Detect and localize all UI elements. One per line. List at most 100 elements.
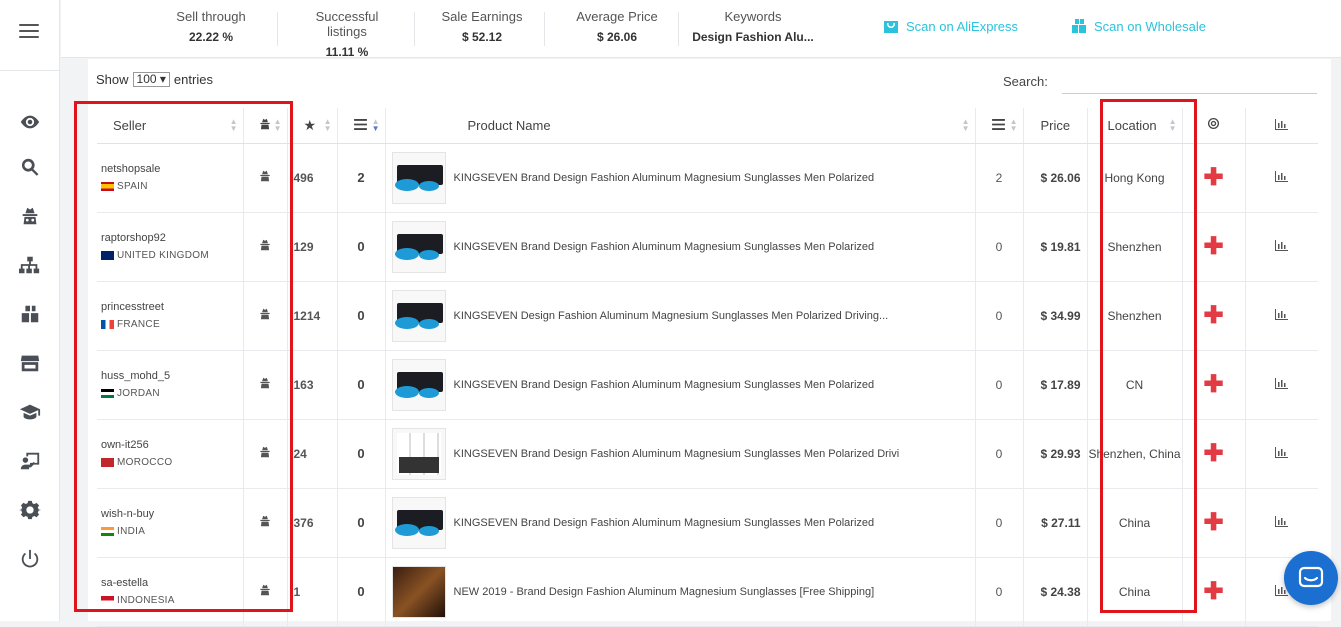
price-cell: $ 26.06	[1023, 143, 1088, 213]
product-name[interactable]: KINGSEVEN Brand Design Fashion Aluminum …	[446, 517, 875, 529]
sort-icon: ▲ ▼	[1009, 117, 1018, 133]
price-cell: $ 34.99	[1023, 281, 1088, 351]
seller-name[interactable]: netshopsale	[97, 163, 243, 175]
rating-cell: 1214	[287, 281, 338, 351]
product-name[interactable]: KINGSEVEN Brand Design Fashion Aluminum …	[446, 448, 900, 460]
seller-name[interactable]: wish-n-buy	[97, 508, 243, 520]
spy-cell[interactable]	[243, 350, 288, 420]
rating-cell: 129	[287, 212, 338, 282]
seller-name[interactable]: princesstreet	[97, 301, 243, 313]
column-header-spy[interactable]: ▲ ▼	[243, 108, 288, 144]
table-row[interactable]: sa-estella INDONESIA 1 0 NEW 2019 - Bran…	[97, 557, 1318, 627]
seller-name[interactable]: huss_mohd_5	[97, 370, 243, 382]
sold-cell: 0	[337, 212, 386, 282]
country-name: SPAIN	[117, 181, 148, 192]
chart-button[interactable]	[1245, 212, 1318, 282]
entries-select[interactable]: 100 ▾	[132, 72, 170, 87]
column-header-location[interactable]: Location ▲ ▼	[1087, 108, 1183, 144]
add-product-button[interactable]: ✚	[1182, 488, 1246, 558]
scan-wholesale-link[interactable]: Scan on Wholesale	[1071, 18, 1206, 34]
table-row[interactable]: huss_mohd_5 JORDAN 163 0 KINGSEVEN Brand…	[97, 350, 1318, 420]
product-name[interactable]: KINGSEVEN Brand Design Fashion Aluminum …	[446, 379, 875, 391]
seller-country: UNITED KINGDOM	[97, 250, 243, 261]
boxes-icon[interactable]	[18, 302, 42, 326]
gear-icon[interactable]	[18, 498, 42, 522]
spy-cell[interactable]	[243, 557, 288, 627]
chart-button[interactable]	[1245, 419, 1318, 489]
table-row[interactable]: own-it256 MOROCCO 24 0 KINGSEVEN Brand D…	[97, 419, 1318, 489]
product-thumbnail[interactable]	[391, 151, 446, 204]
column-header-product[interactable]: Product Name ▲ ▼	[385, 108, 976, 144]
search-input[interactable]	[1062, 68, 1317, 94]
location-cell: Shenzhen	[1087, 281, 1183, 351]
chart-button[interactable]	[1245, 281, 1318, 351]
chat-button[interactable]	[1284, 551, 1338, 605]
product-thumbnail[interactable]	[391, 565, 446, 618]
plus-icon: ✚	[1203, 371, 1224, 398]
stat-keywords: Keywords Design Fashion Alu...	[689, 9, 817, 44]
column-header-rating[interactable]: ★ ▲ ▼	[287, 108, 338, 144]
spy-icon	[260, 515, 270, 527]
eye-icon[interactable]	[18, 110, 42, 134]
spy-cell[interactable]	[243, 488, 288, 558]
chart-button[interactable]	[1245, 350, 1318, 420]
spy-cell[interactable]	[243, 143, 288, 213]
sort-icon: ▲ ▼	[229, 117, 238, 133]
add-product-button[interactable]: ✚	[1182, 557, 1246, 627]
table-row[interactable]: raptorshop92 UNITED KINGDOM 129 0 KINGSE…	[97, 212, 1318, 282]
seller-name[interactable]: sa-estella	[97, 577, 243, 589]
plus-icon: ✚	[1203, 302, 1224, 329]
graduation-cap-icon[interactable]	[18, 400, 42, 424]
store-icon[interactable]	[18, 351, 42, 375]
chart-button[interactable]	[1245, 143, 1318, 213]
chart-button[interactable]	[1245, 488, 1318, 558]
column-header-sold[interactable]: ▲ ▼	[337, 108, 386, 144]
product-thumbnail[interactable]	[391, 358, 446, 411]
column-header-chart[interactable]	[1245, 108, 1318, 144]
product-name[interactable]: KINGSEVEN Design Fashion Aluminum Magnes…	[446, 310, 889, 322]
uk-flag-icon	[101, 251, 114, 260]
product-thumbnail[interactable]	[391, 220, 446, 273]
boxes-icon	[1072, 19, 1086, 33]
seller-name[interactable]: raptorshop92	[97, 232, 243, 244]
hamburger-menu-icon[interactable]	[19, 24, 39, 40]
product-name[interactable]: KINGSEVEN Brand Design Fashion Aluminum …	[446, 172, 875, 184]
add-product-button[interactable]: ✚	[1182, 419, 1246, 489]
spy-cell[interactable]	[243, 212, 288, 282]
power-icon[interactable]	[18, 547, 42, 571]
table-row[interactable]: princesstreet FRANCE 1214 0 KINGSEVEN De…	[97, 281, 1318, 351]
column-header-count[interactable]: ▲ ▼	[975, 108, 1024, 144]
spy-icon[interactable]	[18, 204, 42, 228]
table-row[interactable]: netshopsale SPAIN 496 2 KINGSEVEN Brand …	[97, 143, 1318, 213]
product-thumbnail[interactable]	[391, 496, 446, 549]
spy-cell[interactable]	[243, 419, 288, 489]
sitemap-icon[interactable]	[18, 253, 42, 277]
product-cell: KINGSEVEN Brand Design Fashion Aluminum …	[385, 488, 976, 558]
product-name[interactable]: NEW 2019 - Brand Design Fashion Aluminum…	[446, 586, 875, 598]
sort-icon: ▲ ▼	[1168, 117, 1177, 133]
add-product-button[interactable]: ✚	[1182, 212, 1246, 282]
column-header-target[interactable]	[1182, 108, 1246, 144]
seller-name[interactable]: own-it256	[97, 439, 243, 451]
add-product-button[interactable]: ✚	[1182, 350, 1246, 420]
search-magnifier-icon[interactable]	[18, 155, 42, 179]
sort-icon: ▲ ▼	[961, 117, 970, 133]
listings-table: Seller ▲ ▼ ▲ ▼ ★ ▲ ▼ ▲ ▼ Product Name ▲ ▼ ▲ ▼ Pri…	[97, 108, 1318, 627]
price-cell: $ 17.89	[1023, 350, 1088, 420]
spy-cell[interactable]	[243, 281, 288, 351]
product-thumbnail[interactable]	[391, 289, 446, 342]
add-product-button[interactable]: ✚	[1182, 281, 1246, 351]
column-header-price[interactable]: Price	[1023, 108, 1088, 144]
show-label: Show	[96, 72, 129, 87]
scan-aliexpress-label: Scan on AliExpress	[906, 18, 1019, 34]
rating-cell: 376	[287, 488, 338, 558]
product-thumbnail[interactable]	[391, 427, 446, 480]
presentation-icon[interactable]	[18, 449, 42, 473]
add-product-button[interactable]: ✚	[1182, 143, 1246, 213]
sold-cell: 0	[337, 419, 386, 489]
table-row[interactable]: wish-n-buy INDIA 376 0 KINGSEVEN Brand D…	[97, 488, 1318, 558]
scan-aliexpress-link[interactable]: Scan on AliExpress	[883, 18, 1018, 34]
column-header-seller[interactable]: Seller ▲ ▼	[97, 108, 244, 144]
bar-chart-icon	[1275, 377, 1289, 389]
product-name[interactable]: KINGSEVEN Brand Design Fashion Aluminum …	[446, 241, 875, 253]
